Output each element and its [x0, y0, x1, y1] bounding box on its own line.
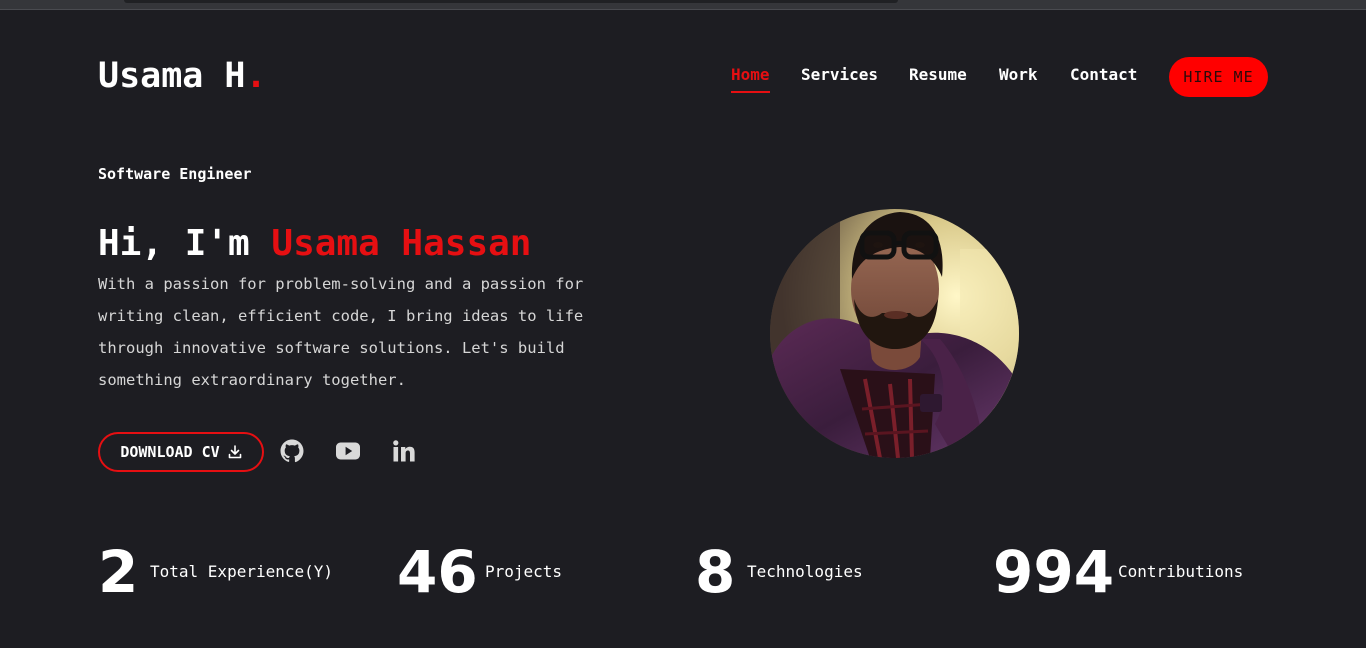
logo-text: Usama H — [98, 56, 246, 96]
nav-work[interactable]: Work — [999, 64, 1038, 86]
stat-label-technologies: Technologies — [747, 562, 863, 581]
nav-services[interactable]: Services — [801, 64, 878, 86]
download-cv-label: DOWNLOAD CV — [120, 443, 220, 461]
browser-address-bar-edge — [124, 0, 898, 3]
nav-contact[interactable]: Contact — [1070, 64, 1137, 86]
github-icon[interactable] — [277, 436, 307, 466]
hero-heading: Hi, I'm Usama Hassan — [98, 222, 531, 266]
stat-label-experience: Total Experience(Y) — [150, 562, 334, 581]
profile-photo — [770, 209, 1019, 458]
download-icon — [228, 445, 242, 459]
stat-value-projects: 46 — [397, 538, 478, 606]
stat-label-contributions: Contributions — [1118, 562, 1244, 581]
hero-greeting: Hi, I'm — [98, 223, 272, 264]
hero-description: With a passion for problem-solving and a… — [98, 275, 584, 389]
stat-value-contributions: 994 — [993, 538, 1115, 606]
youtube-icon[interactable] — [333, 436, 363, 466]
stat-value-experience: 2 — [98, 538, 139, 606]
linkedin-icon[interactable] — [389, 436, 419, 466]
nav-resume[interactable]: Resume — [909, 64, 967, 86]
logo-dot: . — [245, 56, 267, 96]
hero-name: Usama Hassan — [271, 223, 532, 264]
site-logo[interactable]: Usama H. — [98, 56, 267, 96]
browser-chrome-strip — [0, 0, 1366, 10]
stat-label-projects: Projects — [485, 562, 563, 581]
stat-value-technologies: 8 — [695, 538, 736, 606]
nav-home[interactable]: Home — [731, 64, 770, 93]
download-cv-button[interactable]: DOWNLOAD CV — [98, 432, 264, 472]
hire-me-button[interactable]: HIRE ME — [1169, 57, 1268, 97]
role-subtitle: Software Engineer — [98, 165, 252, 183]
